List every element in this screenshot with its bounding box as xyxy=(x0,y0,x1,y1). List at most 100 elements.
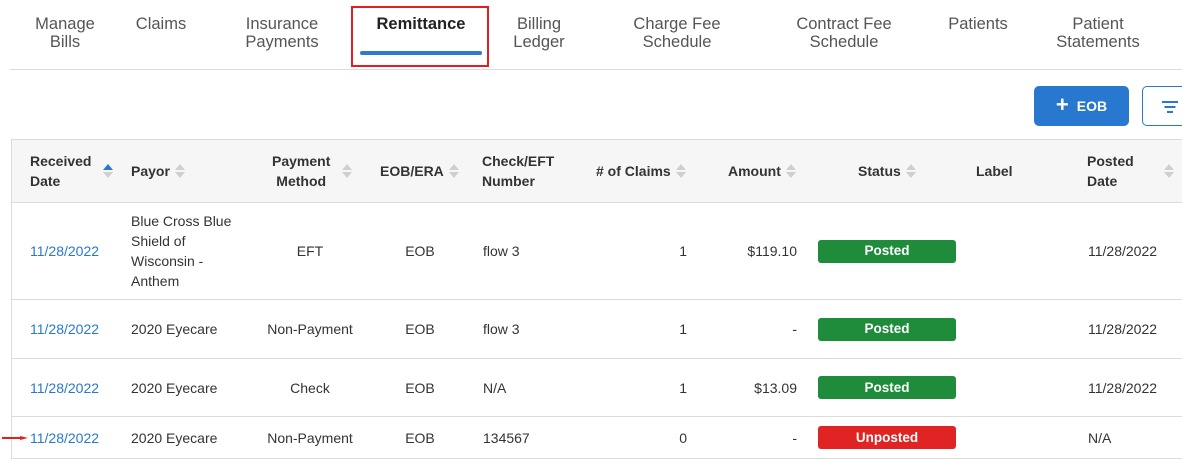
add-eob-button[interactable]: + EOB xyxy=(1034,86,1129,126)
check-number-cell: flow 3 xyxy=(483,321,520,337)
table-row[interactable]: 11/28/2022 2020 Eyecare Check EOB N/A 1 … xyxy=(12,359,1182,417)
table-row[interactable]: 11/28/2022 Blue Cross Blue Shield of Wis… xyxy=(12,203,1182,300)
tab-label: Charge Fee xyxy=(633,15,721,33)
payment-method-cell: Check xyxy=(290,379,330,396)
sort-icon[interactable] xyxy=(174,162,185,180)
payment-method-cell: EFT xyxy=(296,243,324,259)
sort-icon[interactable] xyxy=(905,162,916,180)
tab-label: Ledger xyxy=(513,33,565,51)
label-cell xyxy=(976,417,1056,458)
col-label: Date xyxy=(1087,173,1118,189)
check-number-cell: flow 3 xyxy=(483,243,520,259)
table-row[interactable]: 11/28/2022 2020 Eyecare Non-Payment EOB … xyxy=(12,300,1182,359)
col-check-eft-number[interactable]: Check/EFT Number xyxy=(482,140,582,202)
col-label: EOB/ERA xyxy=(380,163,444,179)
tab-label: Manage xyxy=(35,15,95,33)
received-date-link[interactable]: 11/28/2022 xyxy=(30,203,130,299)
eob-era-cell: EOB xyxy=(405,379,435,396)
sort-ascending-icon[interactable] xyxy=(103,162,114,180)
tab-patients[interactable]: Patients xyxy=(938,15,1018,33)
check-number-cell: 134567 xyxy=(483,429,530,446)
amount-cell: - xyxy=(792,321,797,337)
tab-contract-fee-schedule[interactable]: Contract Fee Schedule xyxy=(784,15,904,51)
tab-manage-bills[interactable]: Manage Bills xyxy=(32,15,98,51)
remittance-table: Received Date Payor Payment Method EOB/ERA… xyxy=(11,139,1182,459)
col-payor[interactable]: Payor xyxy=(131,140,251,202)
amount-cell: $13.09 xyxy=(754,379,797,396)
payor-cell: Blue Cross Blue Shield of Wisconsin - An… xyxy=(131,213,232,289)
eob-era-cell: EOB xyxy=(405,429,435,446)
col-eob-era[interactable]: EOB/ERA xyxy=(380,140,470,202)
tab-label: Schedule xyxy=(642,33,712,51)
status-cell: Posted xyxy=(818,359,958,416)
claims-count-cell: 0 xyxy=(679,429,687,446)
eob-era-cell: EOB xyxy=(405,243,435,259)
tab-patient-statements[interactable]: Patient Statements xyxy=(1048,15,1148,51)
col-label: Check/EFT xyxy=(482,153,555,169)
col-received-date[interactable]: Received Date xyxy=(30,140,130,202)
tab-claims[interactable]: Claims xyxy=(128,15,194,33)
table-row[interactable]: 11/28/2022 2020 Eyecare Non-Payment EOB … xyxy=(12,417,1182,459)
tab-insurance-payments[interactable]: Insurance Payments xyxy=(232,15,332,51)
status-badge: Unposted xyxy=(818,426,956,449)
active-tab-highlight xyxy=(351,6,489,67)
col-amount[interactable]: Amount xyxy=(728,140,828,202)
posted-date-cell: N/A xyxy=(1088,429,1112,446)
received-date-link[interactable]: 11/28/2022 xyxy=(30,359,130,416)
tab-label: Patient xyxy=(1072,15,1124,33)
plus-icon: + xyxy=(1055,92,1069,117)
col-label: Amount xyxy=(728,163,781,179)
posted-date-cell: 11/28/2022 xyxy=(1088,379,1158,396)
col-label: Method xyxy=(276,173,327,189)
sort-icon[interactable] xyxy=(448,162,459,180)
payor-cell: 2020 Eyecare xyxy=(131,429,218,446)
tab-billing-ledger[interactable]: Billing Ledger xyxy=(496,15,582,51)
active-tab-indicator xyxy=(360,51,482,55)
tab-label: Statements xyxy=(1056,33,1140,51)
amount-cell: $119.10 xyxy=(747,243,797,259)
col-label: Date xyxy=(30,173,61,189)
sort-icon[interactable] xyxy=(1163,162,1174,180)
tab-label: Claims xyxy=(135,15,187,33)
table-header: Received Date Payor Payment Method EOB/ERA… xyxy=(12,140,1182,203)
col-label: Payor xyxy=(131,163,170,179)
col-status[interactable]: Status xyxy=(858,140,958,202)
nav-tabs: Manage Bills Claims Insurance Payments R… xyxy=(10,0,1182,70)
col-label: Posted xyxy=(1087,153,1134,169)
tab-label: Bills xyxy=(49,33,81,51)
status-badge: Posted xyxy=(818,239,956,263)
check-number-cell: N/A xyxy=(483,379,507,396)
sort-icon[interactable] xyxy=(342,162,353,180)
tab-label: Billing xyxy=(516,15,562,33)
claims-count-cell: 1 xyxy=(679,243,687,259)
arrow-right-icon xyxy=(2,436,28,440)
tab-label: Patients xyxy=(948,15,1008,33)
sort-icon[interactable] xyxy=(785,162,796,180)
tab-label: Contract Fee xyxy=(796,15,892,33)
status-cell: Posted xyxy=(818,203,958,299)
add-eob-label: EOB xyxy=(1076,98,1108,114)
sort-icon[interactable] xyxy=(675,162,686,180)
eob-era-cell: EOB xyxy=(405,321,435,337)
col-posted-date[interactable]: Posted Date xyxy=(1087,140,1182,202)
received-date-link[interactable]: 11/28/2022 xyxy=(30,417,130,458)
tab-label: Insurance xyxy=(245,15,319,33)
claims-count-cell: 1 xyxy=(679,321,687,337)
filter-button[interactable] xyxy=(1142,86,1182,126)
col-claims-count[interactable]: # of Claims xyxy=(596,140,706,202)
payor-cell: 2020 Eyecare xyxy=(131,321,218,337)
payor-cell: 2020 Eyecare xyxy=(131,379,218,396)
col-label: Payment xyxy=(272,153,331,169)
status-badge: Posted xyxy=(818,376,956,399)
label-cell xyxy=(976,203,1056,299)
label-cell xyxy=(976,300,1056,358)
claims-count-cell: 1 xyxy=(679,379,687,396)
col-payment-method[interactable]: Payment Method xyxy=(272,140,372,202)
col-label: Received xyxy=(30,153,92,169)
tab-label: Payments xyxy=(245,33,319,51)
col-label: # of Claims xyxy=(596,163,671,179)
tab-charge-fee-schedule[interactable]: Charge Fee Schedule xyxy=(622,15,732,51)
tab-label: Schedule xyxy=(809,33,879,51)
filter-icon xyxy=(1161,100,1179,114)
received-date-link[interactable]: 11/28/2022 xyxy=(30,300,130,358)
